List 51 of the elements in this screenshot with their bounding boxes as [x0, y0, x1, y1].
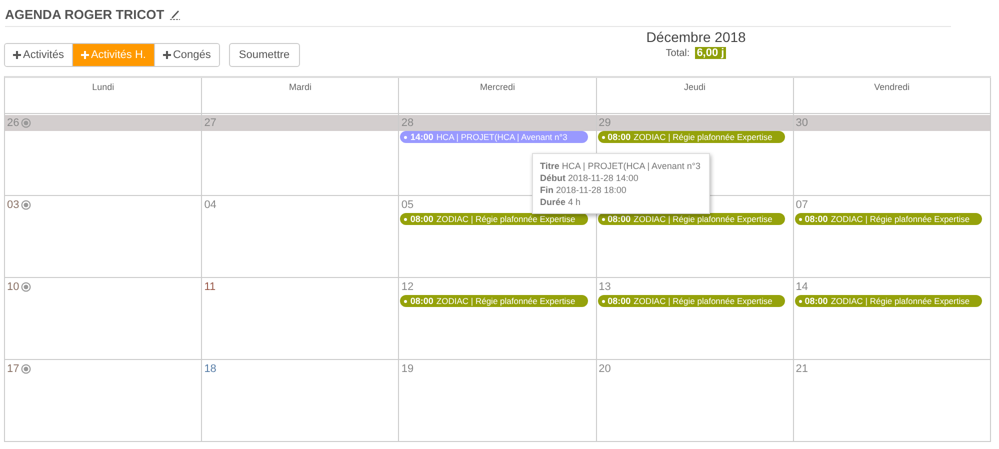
event-pill[interactable]: 08:00 ZODIAC | Régie plafonnée Expertise: [400, 213, 588, 225]
submit-button[interactable]: Soumettre: [228, 43, 300, 67]
weekday-header: Mercredi: [480, 82, 515, 92]
day-number: 03: [7, 199, 20, 211]
tab[interactable]: Activités H.: [72, 44, 155, 66]
target-icon[interactable]: [21, 200, 32, 210]
day-number: 18: [204, 363, 216, 375]
target-icon[interactable]: [21, 118, 32, 128]
tooltip-line: Titre HCA | PROJET(HCA | Avenant n°3: [540, 160, 701, 172]
event-pill[interactable]: 08:00 ZODIAC | Régie plafonnée Expertise: [598, 131, 785, 143]
day-number: 14: [796, 281, 808, 293]
tooltip-line: Durée 4 h: [540, 196, 582, 208]
plus-icon: [80, 51, 89, 59]
weekday-header: Mardi: [289, 82, 312, 92]
day-number: 11: [204, 281, 216, 293]
month-title: Décembre 2018: [646, 29, 746, 45]
pencil-icon[interactable]: [170, 9, 180, 20]
plus-icon: [162, 51, 171, 59]
total-label: Total:: [666, 48, 690, 58]
weekday-header: Lundi: [92, 82, 114, 92]
day-number: 28: [401, 117, 414, 129]
event-pill[interactable]: 08:00 ZODIAC | Régie plafonnée Expertise: [794, 213, 982, 225]
tooltip-line: Fin 2018-11-28 18:00: [540, 184, 628, 196]
day-number: 12: [401, 281, 414, 293]
day-number: 19: [401, 363, 414, 375]
target-icon[interactable]: [21, 364, 32, 374]
tooltip-line: Début 2018-11-28 14:00: [540, 172, 640, 184]
day-number: 20: [598, 363, 611, 375]
day-number: 13: [598, 281, 611, 293]
target-icon[interactable]: [21, 282, 32, 292]
event-pill[interactable]: 14:00 HCA | PROJET(HCA | Avenant n°3: [400, 131, 588, 143]
day-number: 27: [204, 117, 216, 129]
total-value: 6,00 j: [694, 47, 726, 59]
plus-icon: [13, 51, 21, 59]
day-number: 05: [401, 199, 414, 211]
day-number: 29: [598, 117, 611, 129]
day-number: 10: [7, 281, 20, 293]
day-number: 07: [796, 199, 808, 211]
weekday-header: Vendredi: [874, 82, 910, 92]
day-number: 30: [796, 117, 808, 129]
day-number: 21: [796, 363, 808, 375]
tab[interactable]: Activités: [5, 44, 73, 66]
event-pill[interactable]: 08:00 ZODIAC | Régie plafonnée Expertise: [400, 295, 588, 307]
page-title: AGENDA ROGER TRICOT: [5, 7, 164, 22]
day-number: 17: [7, 363, 20, 375]
event-pill[interactable]: 08:00 ZODIAC | Régie plafonnée Expertise: [794, 295, 982, 307]
weekday-header: Jeudi: [684, 82, 706, 92]
day-number: 04: [204, 199, 216, 211]
day-number: 26: [7, 117, 20, 129]
event-pill[interactable]: 08:00 ZODIAC | Régie plafonnée Expertise: [598, 213, 785, 225]
event-pill[interactable]: 08:00 ZODIAC | Régie plafonnée Expertise: [598, 295, 785, 307]
